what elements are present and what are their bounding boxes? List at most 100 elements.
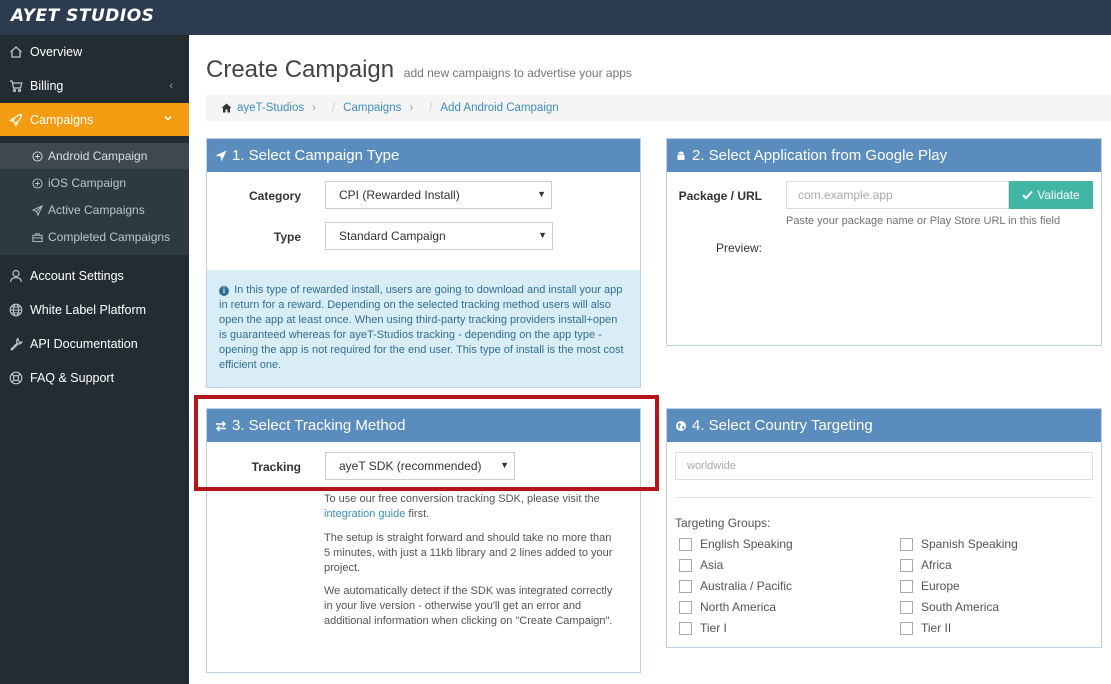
submenu-item-label: Android Campaign [48, 149, 148, 163]
submenu-item-completed-campaigns[interactable]: Completed Campaigns [0, 224, 189, 250]
checkbox[interactable] [679, 600, 692, 614]
checkbox-label: Australia / Pacific [700, 579, 793, 593]
sidebar-item-account-settings[interactable]: Account Settings [0, 259, 189, 292]
integration-guide-link[interactable]: integration guide [324, 508, 405, 520]
sidebar: Overview Billing ‹ Campaigns Android Cam… [0, 35, 189, 684]
panel-header: 4. Select Country Targeting [667, 409, 1101, 442]
validate-button[interactable]: Validate [1009, 181, 1093, 209]
checkbox[interactable] [679, 621, 692, 635]
targeting-group-spanish-speaking[interactable]: Spanish Speaking [900, 537, 1018, 551]
targeting-group-tier-2[interactable]: Tier II [900, 621, 951, 635]
targeting-group-south-america[interactable]: South America [900, 600, 999, 614]
user-icon [8, 268, 24, 284]
targeting-group-north-america[interactable]: North America [679, 600, 776, 614]
chevron-left-icon: ‹ [169, 79, 173, 92]
checkbox[interactable] [679, 537, 692, 551]
brand-logo[interactable]: AYET STUDIOS [11, 5, 154, 27]
tracking-paragraph-3: We automatically detect if the SDK was i… [324, 585, 613, 627]
sidebar-item-label: FAQ & Support [30, 370, 115, 385]
country-input[interactable]: worldwide [675, 452, 1093, 480]
category-select-value: CPI (Rewarded Install) [339, 188, 460, 202]
plus-circle-icon [31, 150, 44, 163]
home-icon [221, 103, 232, 113]
google-play-panel: 2. Select Application from Google Play P… [666, 138, 1102, 346]
sidebar-item-overview[interactable]: Overview [0, 35, 189, 68]
checkbox[interactable] [900, 600, 913, 614]
sidebar-item-billing[interactable]: Billing ‹ [0, 69, 189, 102]
checkbox[interactable] [900, 537, 913, 551]
check-icon [1022, 190, 1033, 200]
home-icon [8, 44, 24, 60]
page-title-text: Create Campaign [206, 56, 395, 83]
validate-button-label: Validate [1037, 188, 1080, 202]
info-text: In this type of rewarded install, users … [219, 284, 624, 371]
submenu-item-android-campaign[interactable]: Android Campaign [0, 143, 189, 169]
sidebar-item-api-documentation[interactable]: API Documentation [0, 327, 189, 360]
country-targeting-panel: 4. Select Country Targeting worldwide Ta… [666, 408, 1102, 648]
package-url-input[interactable]: com.example.app [786, 181, 1009, 209]
type-select[interactable]: Standard Campaign ▼ [325, 222, 553, 250]
top-bar: AYET STUDIOS [0, 0, 1111, 35]
sidebar-item-campaigns[interactable]: Campaigns [0, 103, 189, 136]
info-icon: i [219, 286, 229, 296]
package-url-help: Paste your package name or Play Store UR… [786, 215, 1061, 227]
submenu-item-label: iOS Campaign [48, 176, 127, 190]
breadcrumb-separator: / [331, 102, 336, 114]
breadcrumb-separator: / [429, 102, 433, 114]
preview-label: Preview: [715, 241, 762, 255]
breadcrumb: ayeT-Studios › / Campaigns › / Add Andro… [206, 95, 1111, 121]
checkbox[interactable] [679, 558, 692, 572]
targeting-group-english-speaking[interactable]: English Speaking [679, 537, 793, 551]
targeting-group-asia[interactable]: Asia [679, 558, 723, 572]
tracking-paragraph-1-text: To use our free conversion tracking SDK,… [324, 493, 600, 505]
cart-icon [8, 78, 24, 94]
campaign-type-panel: 1. Select Campaign Type Category CPI (Re… [206, 138, 641, 388]
tracking-highlight-box [194, 395, 659, 491]
submenu-item-ios-campaign[interactable]: iOS Campaign [0, 170, 189, 196]
panel-title: 1. Select Campaign Type [232, 147, 400, 164]
checkbox[interactable] [900, 621, 913, 635]
sidebar-item-label: Account Settings [30, 268, 124, 283]
rocket-icon [8, 112, 24, 128]
checkbox[interactable] [900, 558, 913, 572]
checkbox[interactable] [679, 579, 692, 593]
paper-plane-icon [31, 204, 44, 217]
country-input-placeholder: worldwide [687, 460, 736, 472]
breadcrumb-separator: › [312, 102, 316, 114]
checkbox-label: South America [921, 600, 1000, 614]
sidebar-item-white-label-platform[interactable]: White Label Platform [0, 293, 189, 326]
targeting-group-africa[interactable]: Africa [900, 558, 952, 572]
breadcrumb-home-link[interactable]: ayeT-Studios [237, 102, 304, 114]
sidebar-item-label: Overview [30, 44, 83, 59]
checkbox-label: North America [700, 600, 777, 614]
package-url-placeholder: com.example.app [798, 188, 893, 202]
package-url-label: Package / URL [678, 189, 762, 203]
wrench-icon [8, 336, 24, 352]
targeting-group-tier-1[interactable]: Tier I [679, 621, 727, 635]
checkbox-label: Spanish Speaking [921, 537, 1018, 551]
checkbox-label: English Speaking [700, 537, 793, 551]
checkbox-label: Tier I [700, 621, 727, 635]
chevron-down-icon [163, 113, 173, 126]
tracking-paragraph-1-end: first. [408, 508, 430, 520]
checkbox-label: Europe [921, 579, 960, 593]
sidebar-item-label: White Label Platform [30, 302, 147, 317]
checkbox[interactable] [900, 579, 913, 593]
dropdown-arrow-icon: ▼ [537, 189, 546, 199]
category-select[interactable]: CPI (Rewarded Install) ▼ [325, 181, 552, 209]
breadcrumb-current[interactable]: Add Android Campaign [440, 102, 558, 114]
targeting-group-europe[interactable]: Europe [900, 579, 960, 593]
breadcrumb-campaigns-link[interactable]: Campaigns [343, 102, 401, 114]
sidebar-item-label: Billing [30, 78, 64, 93]
sidebar-item-faq-support[interactable]: FAQ & Support [0, 361, 189, 394]
globe-icon [675, 420, 687, 432]
panel-header: 1. Select Campaign Type [207, 139, 640, 172]
submenu-item-active-campaigns[interactable]: Active Campaigns [0, 197, 189, 223]
type-select-value: Standard Campaign [339, 229, 446, 243]
sidebar-item-label: API Documentation [30, 336, 138, 351]
page-subtitle: add new campaigns to advertise your apps [403, 66, 632, 80]
divider [675, 497, 1093, 498]
targeting-group-australia-pacific[interactable]: Australia / Pacific [679, 579, 792, 593]
tracking-paragraph-1: To use our free conversion tracking SDK,… [324, 492, 620, 522]
panel-title: 2. Select Application from Google Play [692, 147, 948, 164]
